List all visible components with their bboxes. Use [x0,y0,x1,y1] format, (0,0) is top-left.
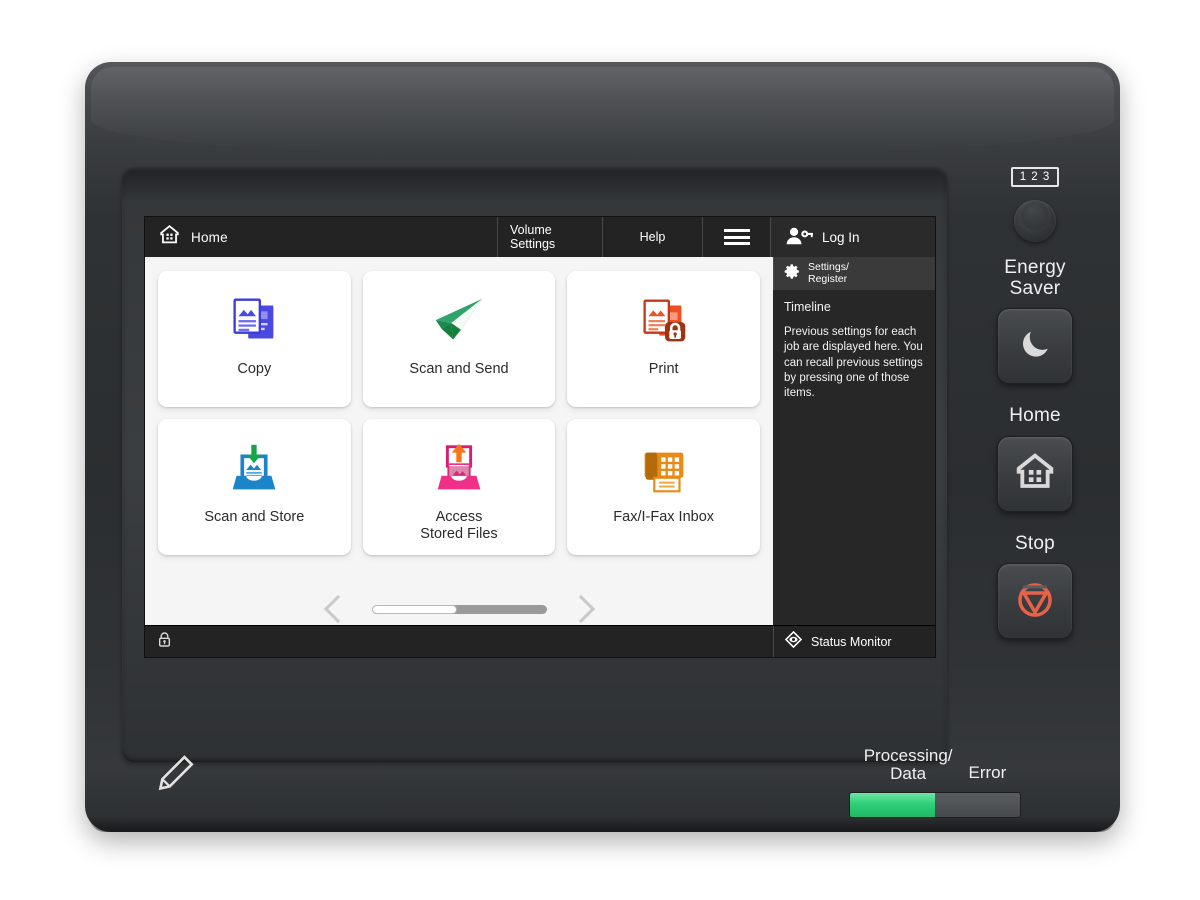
lock-icon[interactable] [157,631,172,653]
help-label: Help [639,230,666,244]
stop-button-label: Stop [1015,532,1055,554]
chevron-left-icon[interactable] [323,594,352,624]
tile-print-label: Print [648,361,679,377]
stop-hardware-button[interactable] [997,563,1073,640]
login-label: Log In [822,229,860,245]
page-navigation [145,594,773,624]
processing-data-line-2: Data [890,764,927,784]
energy-saver-line-1: Energy [1004,257,1066,278]
home-breadcrumb[interactable]: Home [145,217,497,257]
settings-register-line-1: Settings/ [808,261,849,274]
processing-data-line-1: Processing/ [863,746,953,765]
status-bar: Status Monitor [145,625,935,657]
timeline-title: Timeline [784,300,831,314]
printer-control-panel-device: Home Volume Settings Help Log In Copy Sc… [85,62,1120,832]
tile-scan-and-store[interactable]: Scan and Store [158,419,351,555]
top-bar: Home Volume Settings Help Log In [145,217,935,257]
settings-register-line-2: Register [808,272,848,285]
tile-fax-ifax-inbox[interactable]: Fax/I-Fax Inbox [567,419,760,555]
settings-register-button[interactable]: Settings/ Register [773,257,935,290]
numeric-keypad-icon: 1 2 3 [1011,167,1059,187]
device-bottom-edge [89,816,1116,832]
hamburger-menu-icon [723,226,750,249]
led-labels: Processing/ Data Error [785,746,1085,784]
status-monitor-label: Status Monitor [811,634,892,649]
status-bar-left [145,631,773,653]
tile-copy[interactable]: Copy [158,271,351,407]
moon-icon [1017,326,1053,367]
tile-scan-and-send[interactable]: Scan and Send [362,271,556,407]
tile-label-line-2: Stored Files [420,525,498,542]
access-stored-files-tray-icon [428,433,490,507]
page-scrollbar-thumb[interactable] [371,604,458,614]
settings-register-label: Settings/ Register [808,262,849,285]
fax-machine-icon [633,433,695,507]
tile-scan-and-store-label: Scan and Store [204,509,305,525]
home-button-icon [1015,451,1055,496]
tile-copy-label: Copy [237,361,272,377]
stop-triangle-icon [1014,578,1056,625]
device-top-highlight [91,67,1114,155]
error-label: Error [968,762,1007,782]
login-button[interactable]: Log In [770,217,935,257]
chevron-right-icon[interactable] [566,594,595,624]
tile-fax-ifax-inbox-label: Fax/I-Fax Inbox [613,509,715,525]
stylus-pencil-icon [155,752,197,799]
help-button[interactable]: Help [602,217,702,257]
user-key-icon [785,226,813,249]
led-bar [849,791,1021,818]
paper-plane-icon [428,285,490,359]
volume-settings-button[interactable]: Volume Settings [497,217,602,257]
eye-diamond-icon [784,630,803,654]
status-monitor-button[interactable]: Status Monitor [773,626,935,657]
home-icon [159,224,180,250]
print-secure-documents-icon [633,285,695,359]
volume-settings-label: Volume Settings [510,223,556,251]
scan-store-tray-icon [223,433,285,507]
tile-print[interactable]: Print [567,271,760,407]
numeric-keypad-label: 1 2 3 [1019,171,1051,183]
led-indicator-area: Processing/ Data Error [785,746,1085,818]
gear-icon [784,263,801,285]
app-tile-area: Copy Scan and Send Print Scan and Store … [145,257,773,625]
screen-body: Copy Scan and Send Print Scan and Store … [145,257,935,625]
page-scrollbar[interactable] [371,604,547,614]
timeline-description: Previous settings for each job are displ… [784,326,923,400]
home-button-label: Home [1009,405,1061,427]
processing-data-label: Processing/ Data [863,746,953,784]
app-tile-grid: Copy Scan and Send Print Scan and Store … [158,271,760,555]
tile-scan-and-send-label: Scan and Send [409,361,509,377]
energy-saver-button[interactable] [997,308,1073,385]
copy-documents-icon [223,285,285,359]
home-breadcrumb-label: Home [191,229,228,245]
home-hardware-button[interactable] [997,435,1073,512]
error-led [935,792,1020,817]
tile-access-stored-files-label: Access Stored Files [420,509,497,542]
processing-data-led [850,792,935,817]
tile-label-line-1: Access [435,509,483,525]
hardware-button-column: 1 2 3 Energy Saver Home Stop [965,167,1105,640]
timeline-content: Timeline Previous settings for each job … [773,290,935,411]
numeric-keys-button[interactable] [1014,200,1056,242]
tile-access-stored-files[interactable]: Access Stored Files [362,419,556,555]
timeline-panel: Settings/ Register Timeline Previous set… [773,257,935,625]
energy-saver-label: Energy Saver [965,257,1105,299]
menu-button[interactable] [702,217,770,257]
energy-saver-line-2: Saver [1009,277,1061,299]
touchscreen-display[interactable]: Home Volume Settings Help Log In Copy Sc… [145,217,935,657]
numeric-keys-button-inner [1020,200,1050,230]
